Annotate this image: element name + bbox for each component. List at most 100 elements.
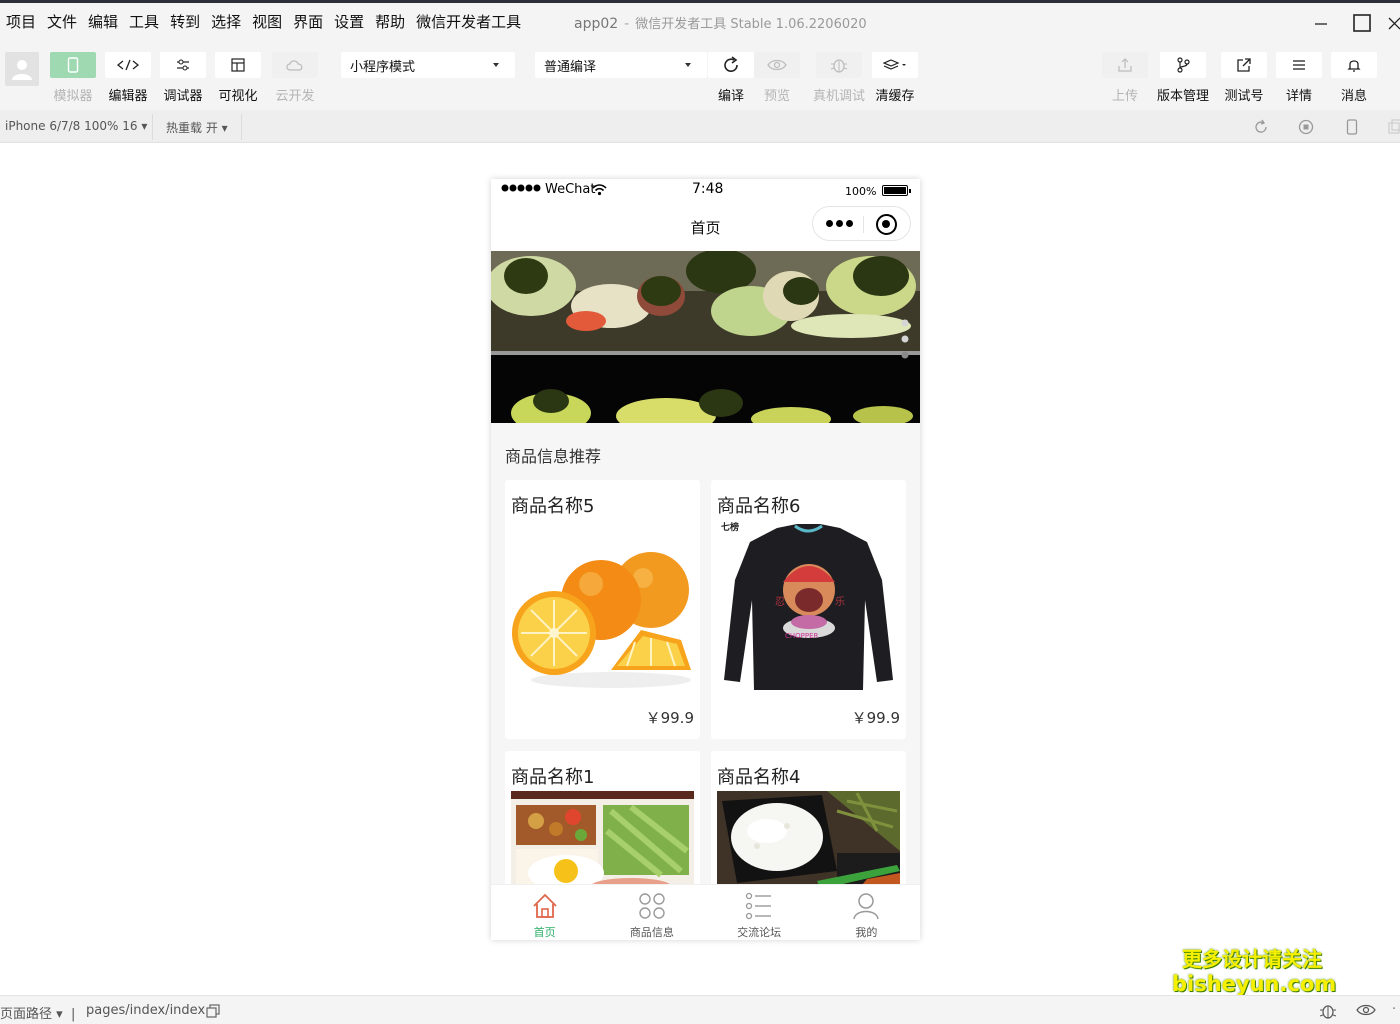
remote-debug-button[interactable] [816,52,862,78]
product-name: 商品名称1 [511,763,594,789]
upload-button[interactable] [1102,52,1148,78]
watermark-line1: 更多设计请关注 [1172,947,1332,972]
visual-button[interactable] [215,52,261,78]
product-image-oranges [511,520,694,700]
simulator-options-bar: iPhone 6/7/8 100% 16 ▾ 热重载 开 ▾ [0,110,1400,143]
bottom-status-bar: 页面路径 ▾ | pages/index/index · [0,995,1400,1024]
divider [152,114,153,140]
product-card[interactable]: 商品名称4 [711,751,906,891]
editor-toggle[interactable]: 编辑器 [105,52,151,104]
menu-view[interactable]: 视图 [252,11,282,32]
messages-button[interactable] [1331,52,1377,78]
editor-button[interactable] [105,52,151,78]
menu-project[interactable]: 项目 [6,11,36,32]
mode-select[interactable]: 小程序模式 [341,52,515,78]
tab-label: 交流论坛 [737,924,781,940]
debugger-button[interactable] [160,52,206,78]
compile-mode-select[interactable]: 普通编译 [535,52,707,78]
menu-wechat-devtools[interactable]: 微信开发者工具 [416,11,521,32]
cloud-button[interactable] [272,52,318,78]
test-account-action[interactable]: 测试号 [1221,52,1267,104]
banner-carousel[interactable] [491,251,920,423]
home-icon [530,891,560,921]
product-image-tshirt: 七榜 忍 乐 CHOPPER [717,520,900,700]
menu-help[interactable]: 帮助 [375,11,405,32]
debugger-toggle[interactable]: 调试器 [160,52,206,104]
version-button[interactable] [1160,52,1206,78]
phone-status-bar: WeChat 7:48 100% [491,179,920,201]
eye-icon[interactable] [1356,1004,1376,1016]
product-card[interactable]: 商品名称5 [505,480,700,739]
simulator-toggle[interactable]: 模拟器 [50,52,96,104]
clear-cache-label: 清缓存 [875,85,914,104]
grid-icon [637,891,667,921]
avatar[interactable] [5,52,39,86]
tab-home[interactable]: 首页 [491,885,598,940]
reload-simulator-button[interactable] [1252,118,1270,136]
menu-settings[interactable]: 设置 [334,11,364,32]
version-action[interactable]: 版本管理 [1157,52,1209,104]
upload-icon [1117,57,1133,73]
product-card[interactable]: 商品名称1 [505,751,700,891]
preview-button[interactable] [754,52,800,78]
product-card[interactable]: 商品名称6 七榜 忍 乐 CHOPPER ￥99.9 [711,480,906,739]
more-icon[interactable] [826,220,853,227]
clear-cache-action[interactable]: 清缓存 [872,52,918,104]
signal-dots-icon [501,183,543,193]
close-button[interactable] [1386,11,1400,35]
preview-action[interactable]: 预览 [754,52,800,104]
layers-icon [883,58,907,72]
bell-icon [1347,57,1361,73]
title-separator: - [624,16,629,32]
compile-button[interactable] [708,52,754,78]
mode-select-value: 小程序模式 [350,56,415,75]
bug-icon[interactable] [1318,1002,1338,1020]
menu-edit[interactable]: 编辑 [88,11,118,32]
svg-text:CHOPPER: CHOPPER [785,632,819,640]
section-title: 商品信息推荐 [505,443,601,467]
simulator-button[interactable] [50,52,96,78]
more-icon[interactable]: · [1392,1002,1396,1017]
maximize-button[interactable] [1349,11,1375,35]
stop-button[interactable] [1297,118,1315,136]
hot-reload-select[interactable]: 热重载 开 ▾ [166,119,228,136]
phone-icon [1346,119,1358,135]
menu-tools[interactable]: 工具 [129,11,159,32]
product-price: ￥99.9 [646,707,694,728]
chevron-down-icon [493,63,499,67]
menu-interface[interactable]: 界面 [293,11,323,32]
device-select[interactable]: iPhone 6/7/8 100% 16 ▾ [5,119,147,133]
bug-icon [830,56,848,74]
compile-action[interactable]: 编译 [708,52,754,104]
maximize-icon [1352,13,1372,33]
upload-action[interactable]: 上传 [1102,52,1148,104]
messages-action[interactable]: 消息 [1331,52,1377,104]
close-mini-program-icon[interactable] [876,214,897,235]
menu-select[interactable]: 选择 [211,11,241,32]
minimize-button[interactable] [1308,11,1334,35]
tab-products[interactable]: 商品信息 [598,885,705,940]
clear-cache-button[interactable] [872,52,918,78]
menu-file[interactable]: 文件 [47,11,77,32]
test-account-button[interactable] [1221,52,1267,78]
menu-bar: 项目 文件 编辑 工具 转到 选择 视图 界面 设置 帮助 微信开发者工具 ap… [0,3,1400,40]
details-button[interactable] [1276,52,1322,78]
popout-button[interactable] [1388,118,1400,136]
copy-icon[interactable] [206,1004,220,1018]
sliders-icon [176,59,190,71]
cloud-toggle[interactable]: 云开发 [272,52,318,104]
tab-forum[interactable]: 交流论坛 [706,885,813,940]
compile-label: 编译 [718,85,744,104]
product-price: ￥99.9 [852,707,900,728]
battery-fill [884,187,906,194]
device-frame-button[interactable] [1343,118,1361,136]
status-time: 7:48 [692,181,723,197]
tab-profile[interactable]: 我的 [813,885,920,940]
page-path-select[interactable]: 页面路径 ▾ | [0,1003,75,1022]
details-action[interactable]: 详情 [1276,52,1322,104]
refresh-icon [722,56,740,74]
remote-debug-action[interactable]: 真机调试 [813,52,865,104]
visual-toggle[interactable]: 可视化 [215,52,261,104]
menu-goto[interactable]: 转到 [170,11,200,32]
simulator-label: 模拟器 [53,85,92,104]
